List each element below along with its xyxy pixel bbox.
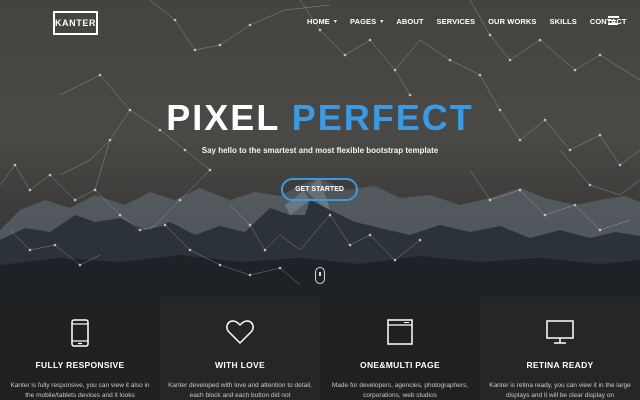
nav-item-skills[interactable]: SKILLS xyxy=(550,15,577,27)
main-menu: HOME ▾ PAGES ▾ ABOUT SERVICES OUR WORKS … xyxy=(307,15,640,27)
feature-title: FULLY RESPONSIVE xyxy=(35,360,125,370)
nav-item-pages[interactable]: PAGES ▾ xyxy=(350,15,383,27)
chevron-down-icon: ▾ xyxy=(333,18,338,25)
nav-item-our-works[interactable]: OUR WORKS xyxy=(488,15,536,27)
hero-headline: PIXEL PERFECT xyxy=(0,97,640,139)
nav-item-label: SKILLS xyxy=(549,16,577,26)
headline-word-pixel: PIXEL xyxy=(166,97,280,138)
scroll-down-icon[interactable] xyxy=(315,267,325,284)
chevron-down-icon: ▾ xyxy=(380,18,384,25)
nav-item-about[interactable]: ABOUT xyxy=(396,15,423,27)
smartphone-icon xyxy=(0,319,160,349)
feature-card: ONE&MULTI PAGE Made for developers, agen… xyxy=(320,297,480,400)
nav-item-label: OUR WORKS xyxy=(488,16,537,26)
nav-item-label: ABOUT xyxy=(396,16,424,26)
nav-item-services[interactable]: SERVICES xyxy=(437,15,476,27)
hero-section: KANTER HOME ▾ PAGES ▾ ABOUT SERVICES OUR… xyxy=(0,0,640,297)
feature-card: FULLY RESPONSIVE Kanter is fully respons… xyxy=(0,297,160,400)
feature-title: WITH LOVE xyxy=(215,360,265,370)
feature-text: Kanter is fully responsive, you can view… xyxy=(10,382,150,399)
hero-tagline: Say hello to the smartest and most flexi… xyxy=(201,146,439,155)
feature-text: Kanter is retina ready, you can view it … xyxy=(489,382,631,399)
brand-logo[interactable]: KANTER xyxy=(53,11,98,35)
nav-item-label: HOME xyxy=(307,16,330,26)
feature-text: Made for developers, agencies, photograp… xyxy=(331,382,469,399)
feature-title: RETINA READY xyxy=(526,360,594,370)
feature-card: WITH LOVE Kanter developed with love and… xyxy=(160,297,320,400)
nav-item-label: PAGES xyxy=(350,16,377,26)
hamburger-menu-icon[interactable] xyxy=(608,16,619,26)
feature-title: ONE&MULTI PAGE xyxy=(360,360,440,370)
features-section: FULLY RESPONSIVE Kanter is fully respons… xyxy=(0,297,640,400)
get-started-button[interactable]: GET STARTED xyxy=(281,178,358,201)
browser-window-icon xyxy=(320,319,480,349)
heart-icon xyxy=(160,319,320,349)
monitor-icon xyxy=(480,319,640,349)
feature-text: Kanter developed with love and attention… xyxy=(168,382,312,399)
top-navigation: KANTER HOME ▾ PAGES ▾ ABOUT SERVICES OUR… xyxy=(0,0,640,44)
nav-item-label: SERVICES xyxy=(436,16,476,26)
feature-card: RETINA READY Kanter is retina ready, you… xyxy=(480,297,640,400)
headline-word-perfect: PERFECT xyxy=(291,97,474,138)
nav-item-home[interactable]: HOME ▾ xyxy=(307,15,337,27)
